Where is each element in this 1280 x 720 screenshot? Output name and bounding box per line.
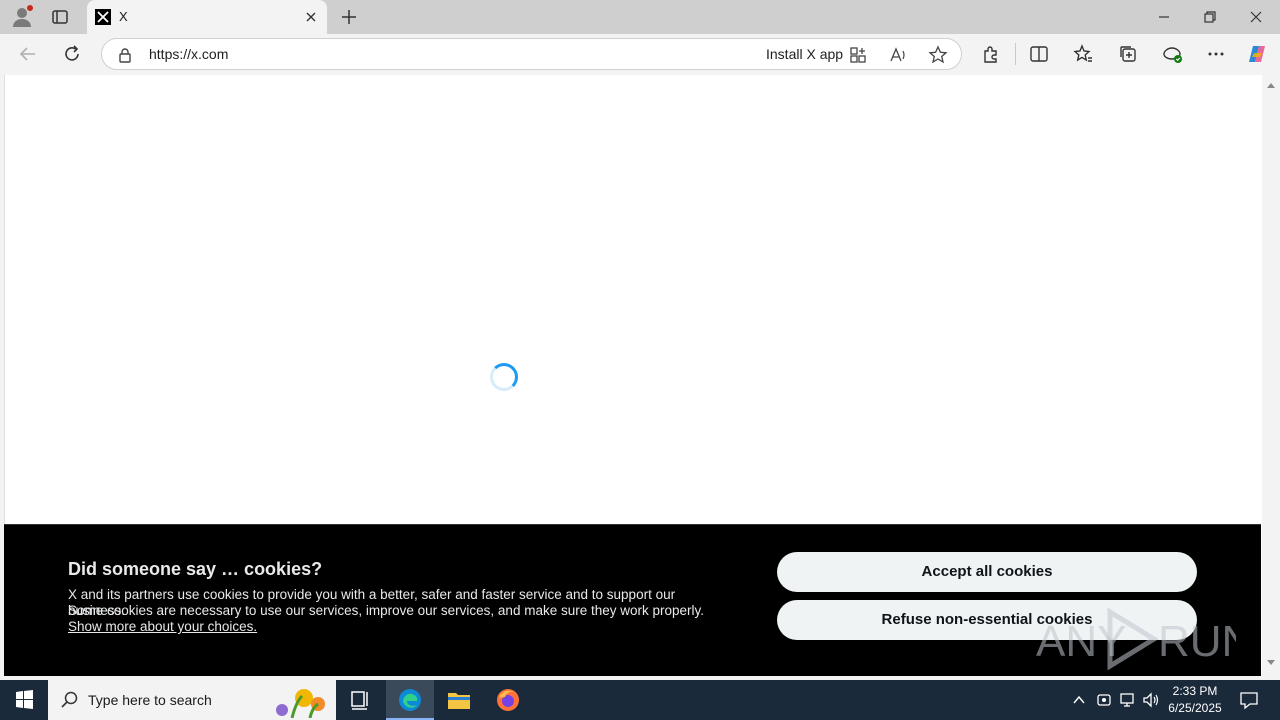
windows-start-icon[interactable] <box>0 680 48 720</box>
favorites-icon[interactable] <box>1071 42 1095 66</box>
scroll-down-icon[interactable] <box>1266 659 1276 667</box>
close-window-icon[interactable] <box>1244 5 1268 29</box>
scroll-up-icon[interactable] <box>1266 81 1276 89</box>
tab-title: X <box>119 9 128 24</box>
restore-icon[interactable] <box>1198 5 1222 29</box>
watermark-text-left: ANY <box>1036 617 1126 666</box>
favorite-star-icon[interactable] <box>928 45 948 65</box>
folder-icon <box>448 693 470 709</box>
copilot-icon[interactable] <box>1245 42 1269 66</box>
clock-date: 6/25/2025 <box>1168 701 1222 715</box>
back-icon[interactable] <box>16 42 40 66</box>
x-logo-icon <box>95 9 111 25</box>
address-bar[interactable]: https://x.com Install X app <box>101 38 962 70</box>
cookie-text-line2: Some cookies are necessary to use our se… <box>68 603 705 618</box>
app-install-icon[interactable] <box>848 45 868 65</box>
volume-icon[interactable] <box>1141 690 1161 710</box>
windows-taskbar: Type here to search 2:33 PM 6/25/2025 <box>0 680 1280 720</box>
network-icon[interactable] <box>1117 690 1137 710</box>
browser-essentials-icon[interactable] <box>1160 42 1184 66</box>
meet-now-icon[interactable] <box>1094 690 1114 710</box>
anyrun-watermark: ANY RUN <box>1036 607 1236 670</box>
url-text[interactable]: https://x.com <box>149 46 228 62</box>
profile-icon[interactable] <box>10 5 34 29</box>
edge-icon <box>399 689 421 711</box>
read-aloud-icon[interactable] <box>888 45 908 65</box>
close-tab-icon[interactable] <box>303 9 319 25</box>
task-view-icon[interactable] <box>336 680 384 720</box>
watermark-text-right: RUN <box>1158 617 1236 666</box>
cookie-heading: Did someone say … cookies? <box>68 559 323 579</box>
split-screen-icon[interactable] <box>1027 42 1051 66</box>
new-tab-icon[interactable] <box>338 6 360 28</box>
minimize-icon[interactable] <box>1152 5 1176 29</box>
taskbar-edge[interactable] <box>386 680 434 720</box>
loading-spinner-icon <box>490 363 518 391</box>
notifications-icon[interactable] <box>1238 689 1260 711</box>
site-info-icon[interactable] <box>116 46 134 64</box>
search-placeholder: Type here to search <box>88 692 212 708</box>
browser-titlebar: X <box>0 0 1280 34</box>
taskbar-file-explorer[interactable] <box>435 680 483 720</box>
install-app-label[interactable]: Install X app <box>766 46 843 62</box>
collections-icon[interactable] <box>1116 42 1140 66</box>
firefox-icon <box>497 689 519 711</box>
accept-cookies-button[interactable]: Accept all cookies <box>777 552 1197 592</box>
tab-x[interactable]: X <box>87 0 327 34</box>
search-icon <box>61 691 78 708</box>
toolbar-divider <box>1015 43 1016 65</box>
taskbar-firefox[interactable] <box>484 680 532 720</box>
browser-toolbar: https://x.com Install X app <box>0 34 1280 74</box>
page-scrollbar[interactable] <box>1262 75 1280 675</box>
taskbar-search[interactable]: Type here to search <box>48 680 336 720</box>
clock-time: 2:33 PM <box>1172 684 1218 698</box>
cookie-choices-link[interactable]: Show more about your choices. <box>68 619 257 634</box>
show-hidden-icons-icon[interactable] <box>1069 690 1089 710</box>
taskbar-clock[interactable]: 2:33 PM 6/25/2025 <box>1160 683 1230 717</box>
search-highlight-flowers-icon <box>276 689 325 718</box>
tab-actions-icon[interactable] <box>50 7 70 27</box>
extensions-icon[interactable] <box>979 42 1003 66</box>
refresh-icon[interactable] <box>60 42 84 66</box>
settings-more-icon[interactable] <box>1204 42 1228 66</box>
